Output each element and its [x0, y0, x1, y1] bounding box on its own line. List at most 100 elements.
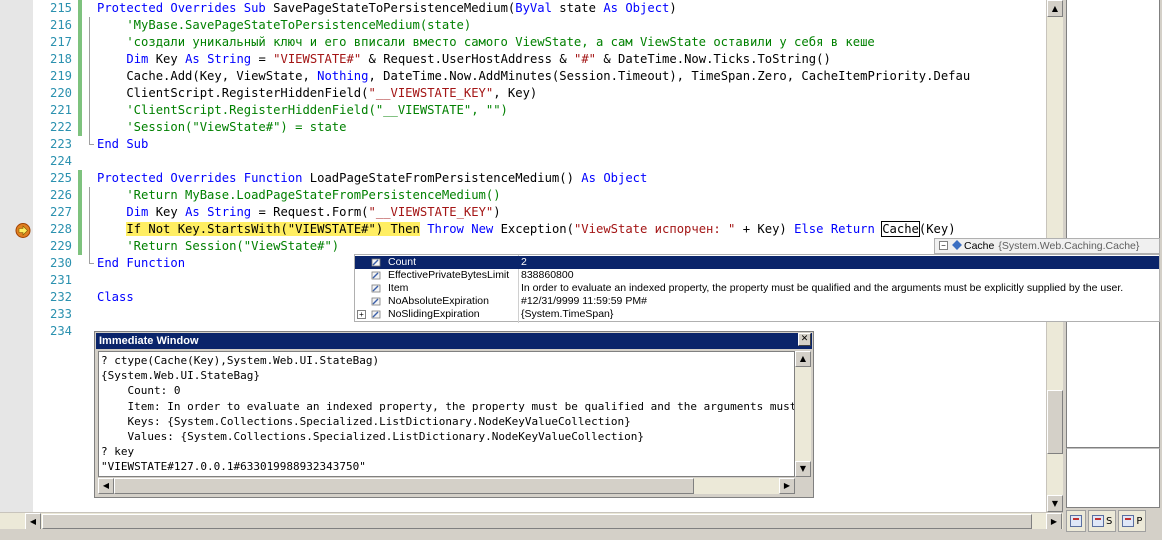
tab-toolbox[interactable]: [1066, 510, 1086, 532]
indicator-margin[interactable]: [0, 0, 33, 512]
code-text[interactable]: 'создали уникальный ключ и его вписали в…: [97, 34, 874, 51]
immediate-horizontal-scrollbar[interactable]: ◀ ▶: [98, 478, 795, 494]
member-value[interactable]: 2: [521, 256, 1157, 269]
code-text[interactable]: Protected Overrides Sub SavePageStateToP…: [97, 0, 677, 17]
datatip-row[interactable]: Item In order to evaluate an indexed prop…: [355, 282, 1159, 295]
code-text[interactable]: 'MyBase.SavePageStateToPersistenceMedium…: [97, 17, 471, 34]
property-icon: [371, 271, 381, 280]
code-line[interactable]: 229 'Return Session("ViewState#"): [33, 238, 1046, 255]
code-text[interactable]: 'Return Session("ViewState#"): [97, 238, 339, 255]
code-text[interactable]: 'ClientScript.RegisterHiddenField("__VIE…: [97, 102, 508, 119]
immediate-output-line: ? key: [101, 445, 135, 459]
code-text[interactable]: If Not Key.StartsWith("VIEWSTATE#") Then…: [97, 221, 956, 238]
keyword-token: Else: [794, 222, 824, 236]
keyword-token: Protected Overrides Function: [97, 171, 310, 185]
code-line[interactable]: 215 Protected Overrides Sub SavePageState…: [33, 0, 1046, 17]
string-token: "ViewState испорчен: ": [573, 222, 736, 236]
datatip-row[interactable]: + NoSlidingExpiration {System.TimeSpan}: [355, 308, 1159, 321]
hovered-identifier[interactable]: Cache: [881, 221, 920, 237]
editor-horizontal-scrollbar[interactable]: ◀ ▶: [0, 512, 1063, 530]
scroll-down-arrow-icon[interactable]: ▼: [795, 461, 811, 477]
properties-icon: [1122, 515, 1135, 527]
line-number: 215: [49, 1, 72, 15]
outline-guide: [85, 136, 94, 153]
code-text[interactable]: Dim Key As String = Request.Form("__VIEW…: [97, 204, 501, 221]
tab-properties[interactable]: P: [1118, 510, 1147, 532]
code-line[interactable]: 222 'Session("ViewState#") = state: [33, 119, 1046, 136]
scroll-left-arrow-icon[interactable]: ◀: [98, 478, 114, 494]
code-text[interactable]: 'Session("ViewState#") = state: [97, 119, 346, 136]
code-text[interactable]: Class: [97, 289, 134, 306]
member-value[interactable]: 838860800: [521, 269, 1157, 282]
code-text[interactable]: Dim Key As String = "VIEWSTATE#" & Reque…: [97, 51, 830, 68]
code-line[interactable]: 225 Protected Overrides Function LoadPage…: [33, 170, 1046, 187]
line-number: 223: [49, 137, 72, 151]
datatip-row[interactable]: Count 2: [355, 256, 1159, 269]
tab-solution-explorer[interactable]: S: [1088, 510, 1117, 532]
code-line[interactable]: 227 Dim Key As String = Request.Form("__…: [33, 204, 1046, 221]
expand-icon[interactable]: +: [357, 310, 366, 319]
keyword-token: Nothing: [317, 69, 369, 83]
scroll-down-arrow-icon[interactable]: ▼: [1047, 495, 1063, 512]
code-line[interactable]: 218 Dim Key As String = "VIEWSTATE#" & R…: [33, 51, 1046, 68]
code-line[interactable]: 217 'создали уникальный ключ и его вписа…: [33, 34, 1046, 51]
code-line[interactable]: 220 ClientScript.RegisterHiddenField("__…: [33, 85, 1046, 102]
code-text[interactable]: ClientScript.RegisterHiddenField("__VIEW…: [97, 85, 537, 102]
code-line[interactable]: 216 'MyBase.SavePageStateToPersistenceMe…: [33, 17, 1046, 34]
member-value[interactable]: {System.TimeSpan}: [521, 308, 1157, 321]
outline-guide: [85, 306, 94, 323]
immediate-window-title[interactable]: Immediate Window: [96, 333, 812, 349]
code-line[interactable]: 221 'ClientScript.RegisterHiddenField("_…: [33, 102, 1046, 119]
scroll-up-arrow-icon[interactable]: ▲: [795, 351, 811, 367]
scroll-right-arrow-icon[interactable]: ▶: [779, 478, 795, 494]
horizontal-scroll-thumb[interactable]: [42, 514, 1032, 529]
close-icon[interactable]: ✕: [798, 333, 811, 346]
line-number: 218: [49, 52, 72, 66]
change-marker: [78, 85, 82, 102]
code-text[interactable]: 'Return MyBase.LoadPageStateFromPersiste…: [97, 187, 500, 204]
datatip-row[interactable]: EffectivePrivateBytesLimit 838860800: [355, 269, 1159, 282]
datatip-header[interactable]: − Cache {System.Web.Caching.Cache}: [934, 238, 1160, 254]
datatip-row[interactable]: NoAbsoluteExpiration #12/31/9999 11:59:59…: [355, 295, 1159, 308]
code-text[interactable]: End Sub: [97, 136, 148, 153]
code-text[interactable]: End Function: [97, 255, 185, 272]
code-token: ): [493, 205, 501, 219]
outline-guide: [85, 255, 94, 272]
immediate-window: Immediate Window ✕ ? ctype(Cache(Key),Sy…: [94, 331, 814, 498]
horizontal-scroll-thumb[interactable]: [114, 478, 694, 494]
code-line[interactable]: 223 End Sub: [33, 136, 1046, 153]
outline-guide: [85, 51, 94, 68]
outline-guide[interactable]: [85, 170, 94, 187]
vertical-scroll-thumb[interactable]: [1047, 390, 1063, 454]
outline-guide: [85, 85, 94, 102]
collapse-icon[interactable]: −: [939, 241, 948, 250]
tool-panel-content[interactable]: [1066, 0, 1160, 448]
code-text[interactable]: Protected Overrides Function LoadPageSta…: [97, 170, 647, 187]
outline-guide[interactable]: [85, 0, 94, 17]
scroll-right-arrow-icon[interactable]: ▶: [1046, 513, 1062, 530]
outline-guide: [85, 102, 94, 119]
code-line[interactable]: 228 If Not Key.StartsWith("VIEWSTATE#") …: [33, 221, 1046, 238]
tool-panel-lower-content[interactable]: [1066, 448, 1160, 508]
member-value[interactable]: In order to evaluate an indexed property…: [521, 282, 1157, 295]
code-line[interactable]: 219 Cache.Add(Key, ViewState, Nothing, D…: [33, 68, 1046, 85]
code-token: SavePageStateToPersistenceMedium(: [273, 1, 516, 15]
immediate-vertical-scrollbar[interactable]: ▲ ▼: [795, 351, 811, 477]
line-number: 225: [49, 171, 72, 185]
member-value[interactable]: #12/31/9999 11:59:59 PM#: [521, 295, 1157, 308]
keyword-token: Return: [830, 222, 875, 236]
immediate-window-output[interactable]: ? ctype(Cache(Key),System.Web.UI.StateBa…: [98, 351, 795, 477]
code-line[interactable]: 224: [33, 153, 1046, 170]
code-text[interactable]: Cache.Add(Key, ViewState, Nothing, DateT…: [97, 68, 970, 85]
scroll-left-arrow-icon[interactable]: ◀: [25, 513, 41, 530]
scroll-up-arrow-icon[interactable]: ▲: [1047, 0, 1063, 17]
line-number: 219: [49, 69, 72, 83]
comment-token: 'MyBase.SavePageStateToPersistenceMedium…: [97, 18, 472, 32]
change-marker: [78, 221, 82, 238]
code-line[interactable]: 226 'Return MyBase.LoadPageStateFromPers…: [33, 187, 1046, 204]
